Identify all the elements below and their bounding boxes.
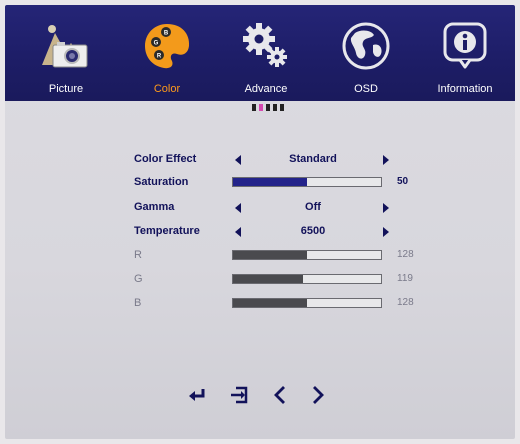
g-slider[interactable] xyxy=(232,274,382,284)
page-indicator xyxy=(252,104,284,111)
arrow-left-icon[interactable] xyxy=(235,155,241,165)
arrow-right-icon[interactable] xyxy=(383,155,389,165)
r-row[interactable]: R 128 xyxy=(5,247,515,265)
temperature-row[interactable]: Temperature 6500 xyxy=(5,223,515,241)
g-value: 119 xyxy=(397,273,413,284)
b-row[interactable]: B 128 xyxy=(5,295,515,313)
tab-osd[interactable]: OSD xyxy=(316,15,416,101)
svg-text:R: R xyxy=(157,54,162,60)
r-slider[interactable] xyxy=(232,250,382,260)
saturation-slider[interactable] xyxy=(232,177,382,187)
gamma-value: Off xyxy=(305,201,321,213)
enter-icon[interactable] xyxy=(185,383,209,407)
globe-icon xyxy=(341,21,391,76)
tab-label: Color xyxy=(153,83,181,95)
gamma-row[interactable]: Gamma Off xyxy=(5,199,515,217)
tab-label: Advance xyxy=(244,83,288,95)
arrow-left-icon[interactable] xyxy=(235,227,241,237)
arrow-left-icon[interactable] xyxy=(235,203,241,213)
color-effect-label: Color Effect xyxy=(134,153,197,165)
svg-text:B: B xyxy=(164,31,169,37)
saturation-label: Saturation xyxy=(134,176,189,188)
color-effect-row[interactable]: Color Effect Standard xyxy=(5,151,515,169)
r-label: R xyxy=(134,249,142,261)
tab-label: Information xyxy=(437,83,493,95)
tab-advance[interactable]: Advance xyxy=(216,15,316,101)
g-label: G xyxy=(134,273,143,285)
tab-color[interactable]: B G R Color xyxy=(117,15,217,101)
temperature-value: 6500 xyxy=(300,225,326,237)
page-dot xyxy=(280,104,284,111)
color-effect-value: Standard xyxy=(289,153,337,165)
arrow-right-icon[interactable] xyxy=(383,203,389,213)
slider-fill xyxy=(233,275,303,283)
page-dot xyxy=(252,104,256,111)
b-label: B xyxy=(134,297,142,309)
saturation-value: 50 xyxy=(397,176,409,187)
page-dot xyxy=(273,104,277,111)
page-dot xyxy=(266,104,270,111)
gears-icon xyxy=(239,21,293,76)
b-slider[interactable] xyxy=(232,298,382,308)
picture-icon xyxy=(39,21,93,76)
slider-fill xyxy=(233,178,307,186)
slider-fill xyxy=(233,251,307,259)
exit-icon[interactable] xyxy=(227,383,251,407)
g-row[interactable]: G 119 xyxy=(5,271,515,289)
tab-bar: Picture B G R Color Advance OSD Informat… xyxy=(5,5,515,101)
tab-picture[interactable]: Picture xyxy=(16,15,116,101)
tab-information[interactable]: Information xyxy=(415,15,515,101)
palette-icon: B G R xyxy=(142,21,192,76)
tab-label: Picture xyxy=(48,83,84,95)
saturation-row[interactable]: Saturation 50 xyxy=(5,174,515,192)
gamma-label: Gamma xyxy=(134,201,175,213)
chevron-right-icon[interactable] xyxy=(307,383,329,407)
osd-menu: Picture B G R Color Advance OSD Informat… xyxy=(5,5,515,439)
svg-text:G: G xyxy=(154,41,159,47)
page-dot-active xyxy=(259,104,263,111)
b-value: 128 xyxy=(397,297,414,308)
temperature-label: Temperature xyxy=(134,225,200,237)
r-value: 128 xyxy=(397,249,414,260)
chevron-left-icon[interactable] xyxy=(269,383,291,407)
arrow-right-icon[interactable] xyxy=(383,227,389,237)
slider-fill xyxy=(233,299,307,307)
tab-label: OSD xyxy=(354,83,378,95)
info-icon xyxy=(440,21,490,76)
